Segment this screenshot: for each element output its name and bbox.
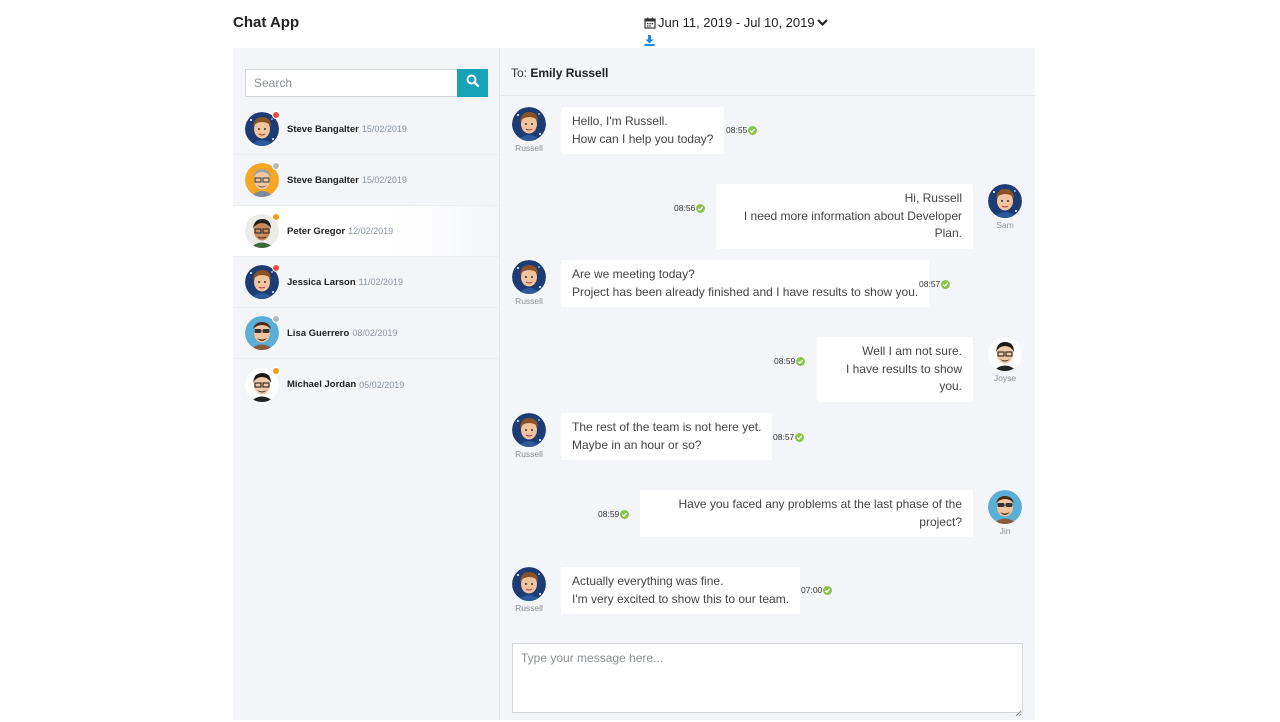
status-indicator — [272, 162, 280, 170]
avatar — [245, 162, 280, 197]
message-author: Joyse — [993, 373, 1017, 383]
message-bubble: Hello, I'm Russell. How can I help you t… — [561, 107, 725, 154]
message-bubble: The rest of the team is not here yet. Ma… — [561, 413, 773, 460]
status-indicator — [272, 111, 280, 119]
chevron-down-icon — [816, 18, 828, 27]
message-author: Russell — [515, 449, 543, 459]
read-check-icon — [823, 585, 833, 595]
contact-item[interactable]: Steve Bangalter 15/02/2019 — [233, 104, 499, 155]
message-line: Project has been already finished and I … — [572, 284, 919, 299]
contact-date: 12/02/2019 — [348, 226, 394, 236]
message-line: Well I am not sure. — [862, 344, 962, 358]
contact-list: Steve Bangalter 15/02/2019 Steve Bangalt… — [233, 104, 499, 410]
message-avatar: Russell — [512, 107, 546, 153]
avatar — [245, 213, 280, 248]
contact-date: 05/02/2019 — [359, 379, 405, 390]
message-time: 08:59 — [774, 356, 806, 366]
contact-name: Lisa Guerrero — [287, 327, 350, 339]
message-line: I'm very excited to show this to our tea… — [572, 591, 790, 606]
read-check-icon — [795, 432, 805, 442]
app-title: Chat App — [233, 14, 300, 31]
read-check-icon — [620, 509, 630, 519]
message-author: Russell — [515, 603, 543, 613]
message-author: Russell — [515, 296, 543, 306]
message-line: Have you faced any problems at the last … — [678, 497, 962, 529]
contact-date: 15/02/2019 — [361, 175, 407, 185]
avatar — [245, 366, 280, 402]
message-avatar: Russell — [512, 413, 546, 459]
message-input[interactable] — [512, 643, 1023, 713]
message-bubble: Are we meeting today? Project has been a… — [561, 260, 930, 307]
message-line: Maybe in an hour or so? — [572, 437, 702, 452]
status-indicator — [272, 366, 280, 375]
contact-name: Steve Bangalter — [287, 174, 359, 186]
contact-name: Peter Gregor — [287, 225, 346, 237]
contact-item[interactable]: Lisa Guerrero 08/02/2019 — [233, 308, 499, 359]
read-check-icon — [796, 356, 806, 366]
chat-header: To: Emily Russell — [500, 48, 1035, 96]
contact-date: 15/02/2019 — [361, 124, 407, 134]
recipient-name: Emily Russell — [530, 66, 609, 80]
contacts-sidebar: Steve Bangalter 15/02/2019 Steve Bangalt… — [233, 48, 500, 720]
message-bubble: Actually everything was fine. I'm very e… — [561, 567, 801, 614]
message-avatar: Sam — [988, 184, 1022, 230]
message-avatar: Russell — [512, 260, 546, 306]
read-check-icon — [941, 279, 951, 289]
contact-name: Jessica Larson — [287, 276, 356, 288]
contact-name: Steve Bangalter — [287, 123, 359, 135]
resize-grip-icon[interactable] — [1014, 704, 1022, 717]
message-avatar: Jin — [988, 490, 1022, 536]
status-indicator — [272, 315, 280, 323]
message-line: Are we meeting today? — [572, 267, 695, 281]
date-range-text: Jun 11, 2019 - Jul 10, 2019 — [658, 15, 815, 30]
message-bubble: Have you faced any problems at the last … — [640, 490, 973, 537]
top-header: Chat App Jun 11, 2019 - Jul 10, 2019 — [233, 0, 1035, 48]
message-bubble: Well I am not sure. I have results to sh… — [817, 337, 973, 402]
message-bubble: Hi, Russell I need more information abou… — [716, 184, 973, 249]
contact-date: 11/02/2019 — [358, 277, 404, 287]
message-avatar: Russell — [512, 567, 546, 613]
chat-panel: To: Emily Russell Russell Hello, I'm Rus… — [500, 48, 1035, 720]
message-line: How can I help you today? — [572, 131, 714, 146]
contact-item[interactable]: Jessica Larson 11/02/2019 — [233, 257, 499, 308]
message-time: 08:55 — [726, 125, 758, 135]
contact-item[interactable]: Peter Gregor 12/02/2019 — [233, 206, 499, 257]
status-indicator — [272, 264, 280, 272]
message-avatar: Joyse — [988, 337, 1022, 383]
search-button[interactable] — [457, 69, 488, 97]
avatar — [245, 315, 280, 350]
contact-item[interactable]: Steve Bangalter 15/02/2019 — [233, 155, 499, 206]
message-time: 08:56 — [674, 203, 706, 213]
message-line: I have results to show you. — [845, 361, 962, 394]
avatar — [245, 111, 280, 146]
search-input[interactable] — [245, 69, 457, 97]
avatar — [245, 264, 280, 299]
message-author: Russell — [515, 143, 543, 153]
message-line: Actually everything was fine. — [572, 574, 724, 588]
message-time: 08:57 — [919, 279, 951, 289]
message-line: The rest of the team is not here yet. — [572, 420, 762, 434]
search-icon — [466, 74, 480, 92]
message-time: 08:59 — [598, 509, 630, 519]
read-check-icon — [696, 203, 706, 213]
contact-date: 08/02/2019 — [352, 328, 398, 338]
message-time: 08:57 — [773, 432, 805, 442]
message-line: Hello, I'm Russell. — [572, 114, 668, 128]
calendar-icon — [644, 17, 656, 29]
search-bar — [245, 69, 488, 97]
contact-name: Michael Jordan — [287, 379, 357, 390]
message-time: 07:00 — [801, 585, 833, 595]
contact-item[interactable]: Michael Jordan 05/02/2019 — [233, 359, 499, 410]
message-author: Sam — [996, 220, 1014, 230]
read-check-icon — [748, 125, 758, 135]
message-author: Jin — [999, 526, 1011, 536]
message-line: Hi, Russell — [904, 191, 962, 205]
status-indicator — [272, 213, 280, 221]
to-label: To: — [511, 66, 528, 80]
message-line: I need more information about Developer … — [743, 208, 962, 241]
date-range-picker[interactable]: Jun 11, 2019 - Jul 10, 2019 — [644, 15, 828, 30]
